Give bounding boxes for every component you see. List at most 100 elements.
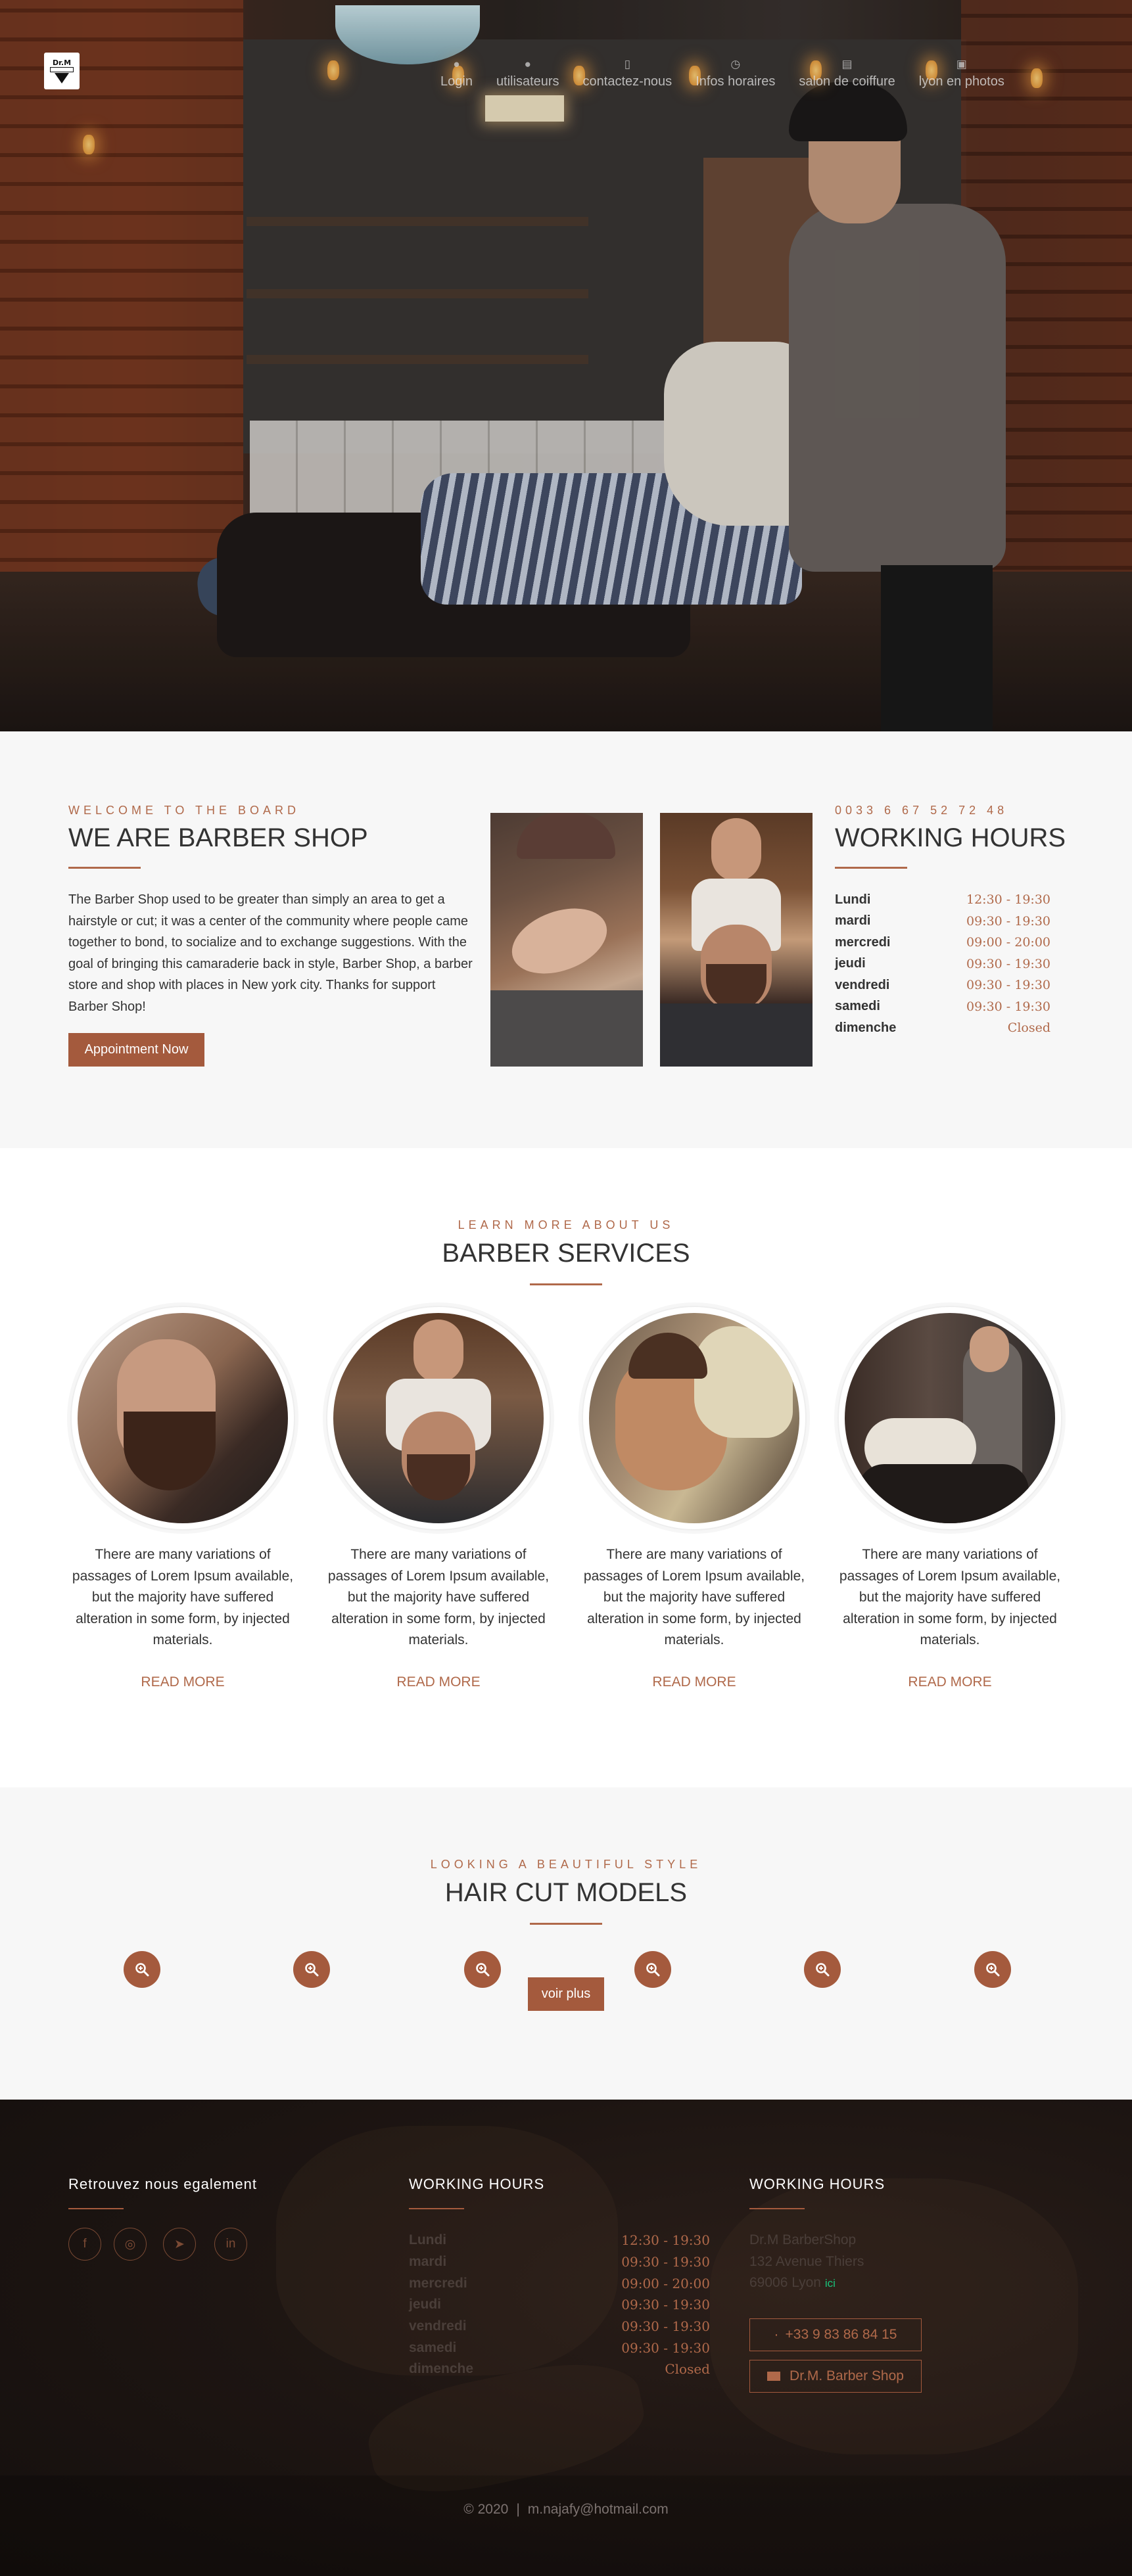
zoom-in-icon[interactable] — [974, 1951, 1011, 1988]
hours-row: samedi 09:30 - 19:30 — [409, 2337, 710, 2358]
hours-row: Lundi 12:30 - 19:30 — [835, 889, 1050, 911]
top-navigation: Dr.M ● Login ● utilisateurs ▯ contactez-… — [0, 53, 1132, 92]
footer-divider — [68, 2208, 124, 2209]
nav-item-contact[interactable]: ▯ contactez-nous — [583, 53, 672, 89]
hours-day: mardi — [835, 913, 871, 929]
nav-item-label: utilisateurs — [496, 74, 559, 89]
footer-divider — [409, 2208, 464, 2209]
footer-bottom-bar — [0, 2475, 1132, 2576]
nav-item-salon[interactable]: ▤ salon de coiffure — [799, 53, 895, 89]
hours-time: 09:30 - 19:30 — [966, 978, 1050, 993]
read-more-link[interactable]: READ MORE — [68, 1674, 297, 1690]
nav-item-users[interactable]: ● utilisateurs — [496, 53, 559, 89]
shop-name: Dr.M BarberShop — [749, 2232, 857, 2247]
nav-item-hours[interactable]: ◷ Infos horaires — [696, 53, 775, 89]
models-eyebrow: LOOKING A BEAUTIFUL STYLE — [430, 1858, 702, 1871]
hero-overlay — [0, 0, 1132, 731]
hours-time: 09:30 - 19:30 — [621, 2254, 710, 2270]
hours-day: Lundi — [409, 2232, 447, 2248]
service-text: There are many variations of passages of… — [72, 1547, 294, 1647]
shop-city-line: 69006 Lyon ici — [749, 2272, 864, 2295]
read-more-link[interactable]: READ MORE — [836, 1674, 1064, 1690]
hero-banner: Dr.M ● Login ● utilisateurs ▯ contactez-… — [0, 0, 1132, 731]
title-divider — [68, 867, 141, 869]
mobile-icon: ▯ — [624, 58, 631, 70]
zoom-in-icon[interactable] — [293, 1951, 330, 1988]
service-text: There are many variations of passages of… — [327, 1547, 550, 1647]
nav-item-photos[interactable]: ▣ lyon en photos — [919, 53, 1004, 89]
zoom-in-icon[interactable] — [464, 1951, 501, 1988]
about-section: WELCOME TO THE BOARD WE ARE BARBER SHOP … — [0, 731, 1132, 1148]
separator: | — [516, 2502, 520, 2517]
phone-number: 0033 6 67 52 72 48 — [835, 804, 1008, 817]
barber-client-photo — [333, 1313, 544, 1523]
service-text: There are many variations of passages of… — [839, 1547, 1061, 1647]
hours-time: 09:00 - 20:00 — [966, 935, 1050, 950]
read-more-link[interactable]: READ MORE — [580, 1674, 809, 1690]
shop-street: 132 Avenue Thiers — [749, 2253, 864, 2269]
hair-styling-photo — [589, 1313, 799, 1523]
hours-day: jeudi — [409, 2297, 442, 2312]
hours-row: dimenche Closed — [835, 1017, 1050, 1039]
hours-time: 09:30 - 19:30 — [966, 956, 1050, 971]
footer-hours-title: WORKING HOURS — [409, 2176, 545, 2192]
zoom-in-icon[interactable] — [804, 1951, 841, 1988]
shaving-photo — [490, 813, 643, 1067]
nav-item-login[interactable]: ● Login — [440, 53, 473, 89]
towel-treatment-photo — [845, 1313, 1055, 1523]
service-image-frame — [326, 1306, 551, 1530]
phone-button[interactable]: · +33 9 83 86 84 15 — [749, 2318, 922, 2351]
nav-item-label: lyon en photos — [918, 74, 1004, 89]
nav-menu: ● Login ● utilisateurs ▯ contactez-nous … — [440, 53, 1004, 89]
services-title: BARBER SERVICES — [442, 1239, 690, 1268]
hours-time: 09:00 - 20:00 — [621, 2275, 710, 2291]
instagram-icon[interactable]: ◎ — [114, 2228, 147, 2261]
see-more-button[interactable]: voir plus — [528, 1977, 604, 2011]
hours-day: mardi — [409, 2254, 447, 2270]
working-hours-list: Lundi 12:30 - 19:30 mardi 09:30 - 19:30 me… — [835, 889, 1050, 1039]
appointment-button[interactable]: Appointment Now — [68, 1033, 204, 1067]
service-image-frame — [837, 1306, 1062, 1530]
hours-row: mardi 09:30 - 19:30 — [835, 911, 1050, 932]
linkedin-icon[interactable]: in — [214, 2228, 247, 2261]
title-divider — [530, 1923, 602, 1925]
footer-hours-list: Lundi 12:30 - 19:30 mardi 09:30 - 19:30 me… — [409, 2230, 710, 2380]
shop-button[interactable]: Dr.M. Barber Shop — [749, 2360, 922, 2393]
hours-day: dimenche — [835, 1020, 897, 1035]
title-divider — [530, 1283, 602, 1285]
services-section: LEARN MORE ABOUT US BARBER SERVICES Ther… — [0, 1148, 1132, 1787]
hours-day: mercredi — [409, 2275, 467, 2291]
envelope-icon — [767, 2372, 781, 2381]
hours-row: jeudi 09:30 - 19:30 — [409, 2294, 710, 2316]
store-icon: ▤ — [841, 58, 853, 70]
hours-day: samedi — [409, 2339, 457, 2355]
shop-button-label: Dr.M. Barber Shop — [790, 2368, 904, 2383]
hours-row: mercredi 09:00 - 20:00 — [409, 2272, 710, 2294]
nav-item-label: contactez-nous — [582, 74, 672, 89]
hours-day: vendredi — [835, 977, 890, 992]
hours-row: vendredi 09:30 - 19:30 — [409, 2316, 710, 2337]
site-logo[interactable]: Dr.M — [44, 53, 80, 89]
phone-button-label: +33 9 83 86 84 15 — [785, 2327, 897, 2342]
about-text: The Barber Shop used to be greater than … — [68, 892, 473, 1014]
phone-icon: · — [774, 2327, 779, 2342]
title-divider — [835, 867, 907, 869]
photo-icon: ▣ — [956, 58, 967, 70]
zoom-in-icon[interactable] — [634, 1951, 671, 1988]
zoom-in-icon[interactable] — [124, 1951, 160, 1988]
facebook-icon[interactable]: f — [68, 2228, 101, 2261]
read-more-link[interactable]: READ MORE — [324, 1674, 553, 1690]
copyright: © 2020 | m.najafy@hotmail.com — [0, 2502, 1132, 2518]
haircut-models-section: LOOKING A BEAUTIFUL STYLE HAIR CUT MODEL… — [0, 1787, 1132, 2100]
footer-social-title: Retrouvez nous egalement — [68, 2176, 257, 2192]
hours-row: mardi 09:30 - 19:30 — [409, 2251, 710, 2273]
telegram-icon[interactable]: ➤ — [163, 2228, 196, 2261]
hours-row: samedi 09:30 - 19:30 — [835, 996, 1050, 1018]
users-icon: ● — [524, 58, 531, 70]
service-image-frame — [582, 1306, 807, 1530]
contact-email[interactable]: m.najafy@hotmail.com — [528, 2502, 669, 2517]
hours-row: vendredi 09:30 - 19:30 — [835, 975, 1050, 996]
hours-day: vendredi — [409, 2318, 467, 2334]
hours-time: Closed — [1007, 1021, 1050, 1036]
map-link[interactable]: ici — [825, 2277, 836, 2289]
